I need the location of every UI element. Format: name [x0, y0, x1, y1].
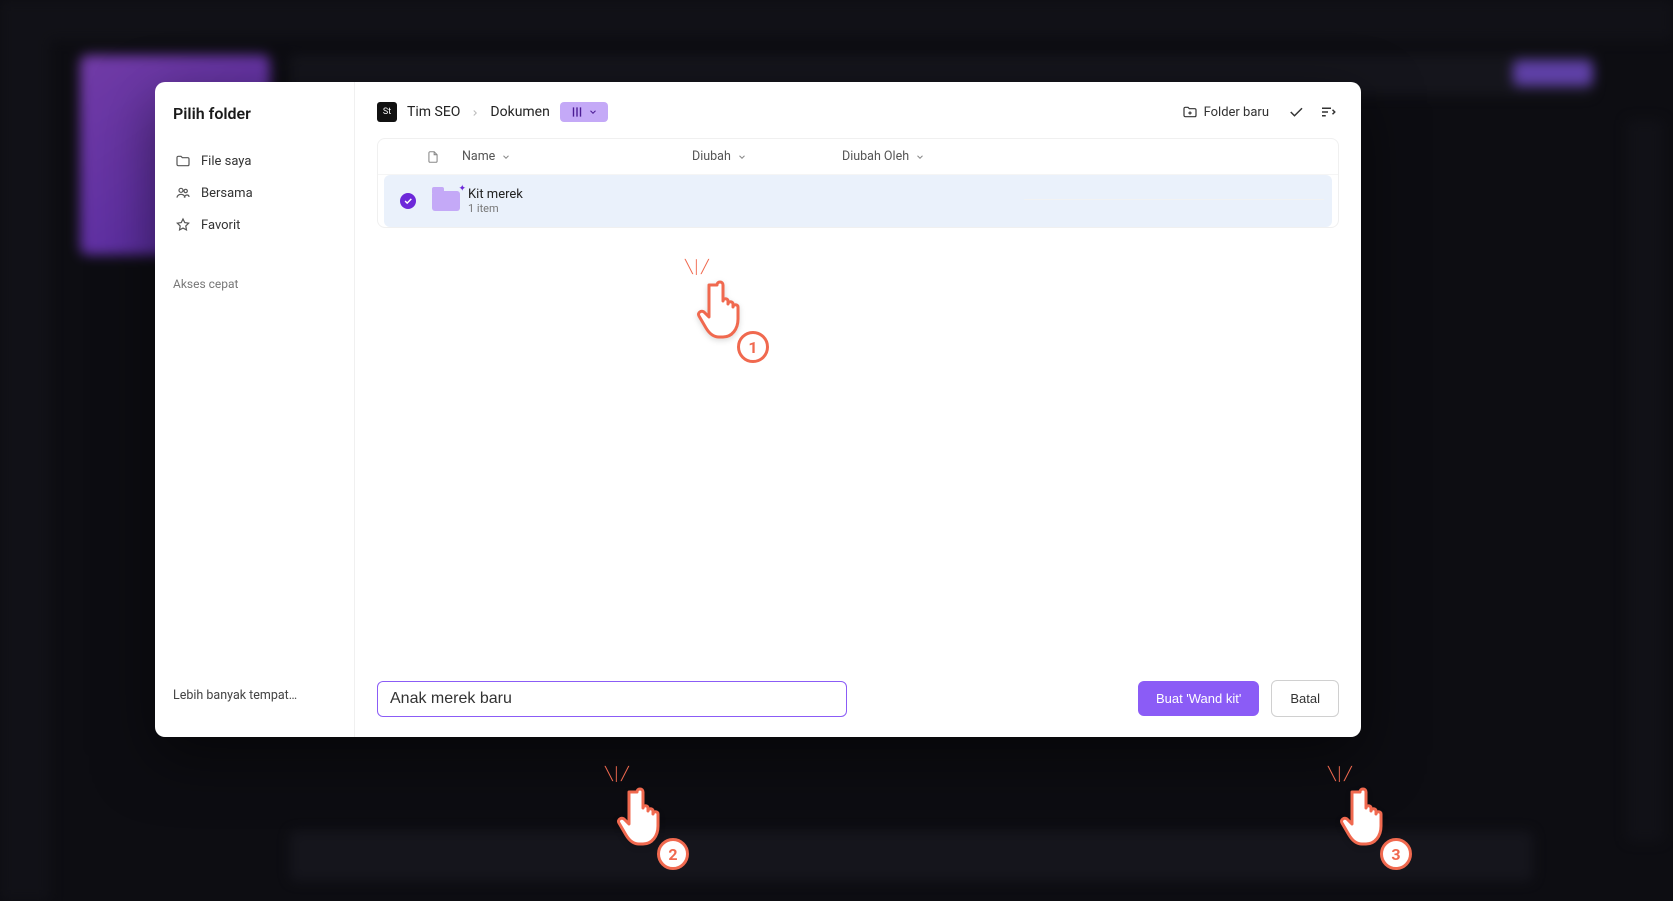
check-circle-icon — [400, 193, 416, 209]
breadcrumb-segment[interactable]: Dokumen — [490, 104, 549, 120]
sidebar-item-shared[interactable]: Bersama — [173, 177, 336, 209]
dialog-footer: Buat 'Wand kit' Batal — [355, 660, 1361, 737]
file-icon — [426, 150, 462, 164]
sidebar-item-label: File saya — [201, 154, 251, 169]
sort-icon[interactable] — [1317, 101, 1339, 123]
column-modified-by-label: Diubah Oleh — [842, 149, 909, 164]
new-folder-label: Folder baru — [1204, 105, 1269, 120]
column-modified-by[interactable]: Diubah Oleh — [842, 149, 992, 164]
column-modified[interactable]: Diubah — [692, 149, 842, 164]
column-name[interactable]: Name — [462, 149, 692, 164]
file-list-header: Name Diubah Diubah Oleh — [378, 139, 1338, 175]
sidebar-item-my-files[interactable]: File saya — [173, 145, 336, 177]
folder-picker-dialog: Pilih folder File saya Bersama Favorit A… — [155, 82, 1361, 737]
star-icon — [175, 217, 191, 233]
create-button[interactable]: Buat 'Wand kit' — [1138, 681, 1259, 716]
dialog-title: Pilih folder — [173, 104, 336, 123]
cancel-button[interactable]: Batal — [1271, 680, 1339, 717]
sidebar-item-label: Favorit — [201, 218, 240, 233]
brand-name-input[interactable] — [377, 681, 847, 717]
empty-row-separators — [1024, 199, 1324, 228]
file-row-subtitle: 1 item — [468, 202, 523, 215]
chevron-right-icon — [470, 103, 480, 122]
dialog-main: St Tim SEO Dokumen Folder baru — [355, 82, 1361, 737]
brand-kit-filter-dropdown[interactable] — [560, 102, 608, 122]
sidebar-more-places[interactable]: Lebih banyak tempat… — [173, 688, 336, 715]
sidebar-item-label: Bersama — [201, 186, 253, 201]
column-modified-label: Diubah — [692, 149, 731, 164]
sidebar-heading-quick-access: Akses cepat — [173, 277, 336, 291]
dialog-toolbar: St Tim SEO Dokumen Folder baru — [355, 82, 1361, 138]
new-folder-button[interactable]: Folder baru — [1176, 100, 1275, 124]
file-row-title: Kit merek — [468, 187, 523, 202]
sparkle-icon: ✦ — [458, 184, 466, 194]
folder-icon — [175, 153, 191, 169]
file-list: Name Diubah Diubah Oleh — [377, 138, 1339, 228]
row-checkbox[interactable] — [400, 193, 432, 209]
breadcrumb-team[interactable]: Tim SEO — [407, 104, 460, 120]
people-icon — [175, 185, 191, 201]
column-name-label: Name — [462, 149, 495, 164]
confirm-icon[interactable] — [1285, 101, 1307, 123]
dialog-sidebar: Pilih folder File saya Bersama Favorit A… — [155, 82, 355, 737]
sidebar-item-favorites[interactable]: Favorit — [173, 209, 336, 241]
team-avatar: St — [377, 102, 397, 122]
brand-kit-folder-icon: ✦ — [432, 191, 468, 211]
